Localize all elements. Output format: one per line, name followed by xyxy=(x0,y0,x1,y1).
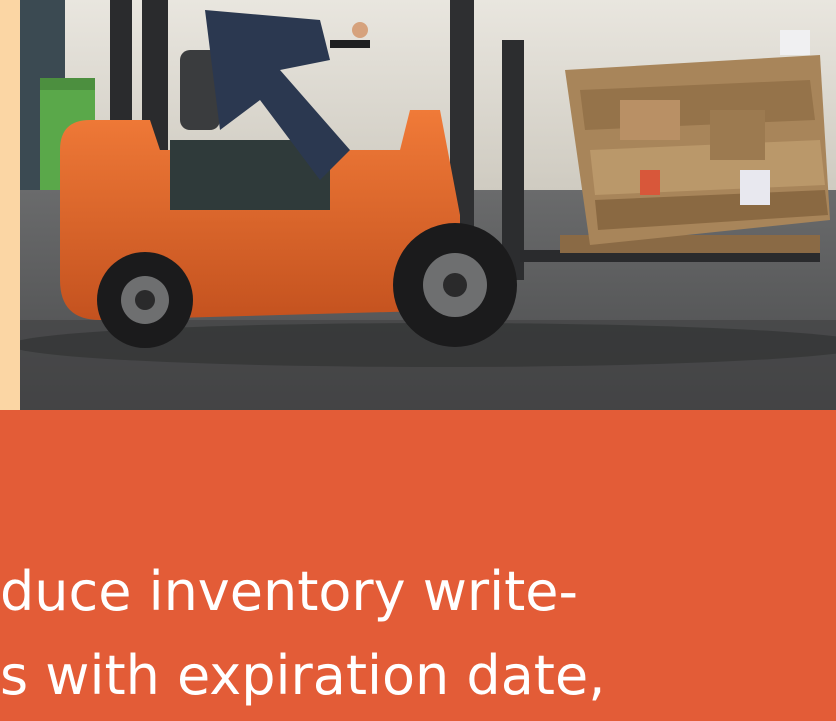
caption-line-1: duce inventory write- xyxy=(0,560,578,623)
caption-line-2: s with expiration date, xyxy=(0,644,606,707)
left-accent-strip xyxy=(0,0,20,410)
caption-text: duce inventory write- s with expiration … xyxy=(0,550,836,718)
page: duce inventory write- s with expiration … xyxy=(0,0,836,721)
forklift-cardboard-illustration xyxy=(20,0,836,410)
forklift-photo xyxy=(20,0,836,410)
